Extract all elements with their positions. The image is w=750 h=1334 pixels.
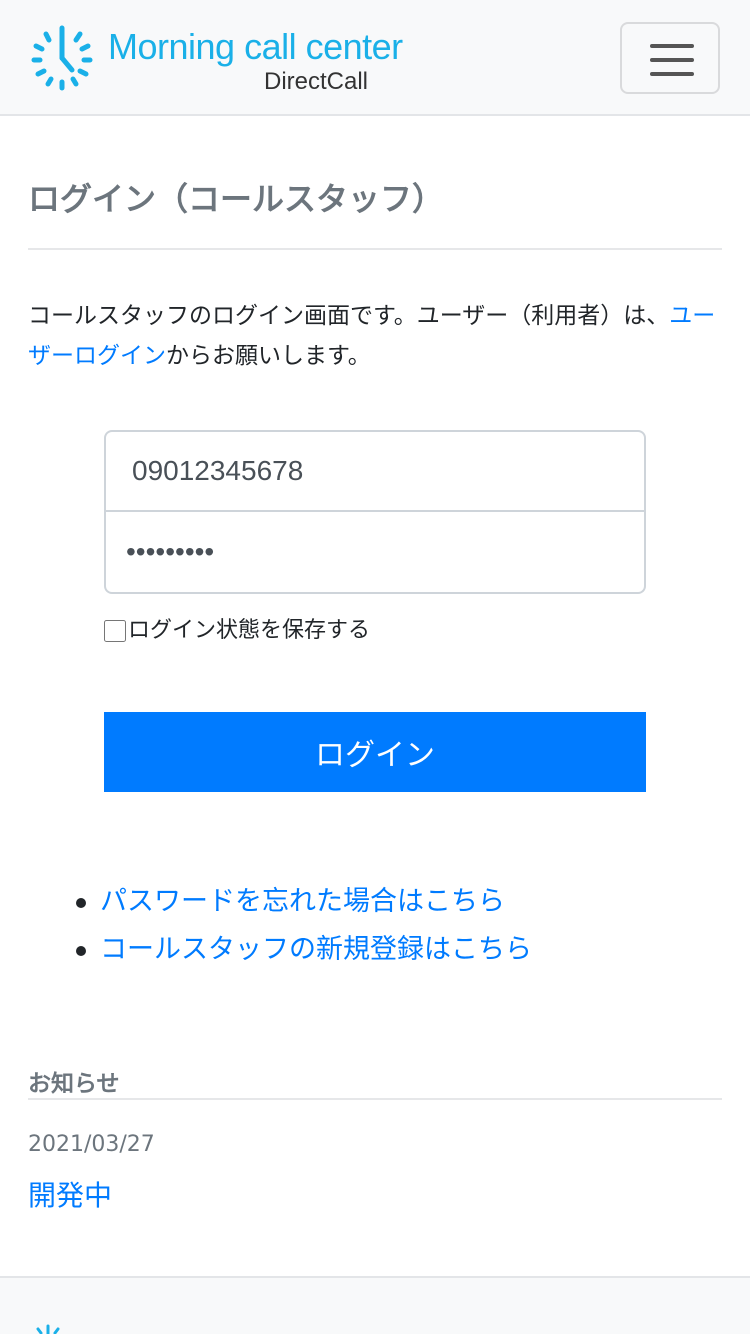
brand-subtitle: DirectCall [264, 68, 369, 95]
notice-date: 2021/03/27 [28, 1132, 155, 1157]
brand-title: Morning call center [108, 26, 403, 67]
staff-register-link[interactable]: コールスタッフの新規登録はこちら [100, 934, 532, 965]
phone-input[interactable] [104, 430, 646, 512]
intro-text: コールスタッフのログイン画面です。ユーザー（利用者）は、ユーザーログインからお願… [28, 296, 722, 376]
notice-title-link[interactable]: 開発中 [28, 1174, 112, 1214]
list-item: コールスタッフの新規登録はこちら [76, 928, 532, 976]
list-item: パスワードを忘れた場合はこちら [76, 880, 532, 928]
footer [0, 1276, 750, 1334]
page-title: ログイン（コールスタッフ） [28, 180, 445, 218]
menu-toggle-button[interactable] [620, 22, 720, 94]
footer-logo-icon [36, 1324, 60, 1334]
password-input[interactable] [104, 512, 646, 594]
help-links: パスワードを忘れた場合はこちら コールスタッフの新規登録はこちら [76, 880, 532, 976]
brand-logo-link[interactable]: Morning call center DirectCall [28, 24, 408, 95]
forgot-password-link[interactable]: パスワードを忘れた場合はこちら [100, 886, 505, 917]
login-button[interactable]: ログイン [104, 712, 646, 792]
title-divider [28, 248, 722, 250]
remember-login-checkbox[interactable] [104, 620, 126, 642]
morning-clock-logo-icon [31, 25, 93, 91]
intro-text-main: コールスタッフのログイン画面です。ユーザー（利用者）は、 [28, 303, 670, 329]
login-form [104, 430, 646, 594]
notices-divider [28, 1098, 722, 1100]
remember-login-label: ログイン状態を保存する [128, 618, 371, 643]
notices-heading: お知らせ [28, 1071, 120, 1097]
navbar: Morning call center DirectCall [0, 0, 750, 116]
intro-text-suffix: からお願いします。 [166, 343, 371, 369]
